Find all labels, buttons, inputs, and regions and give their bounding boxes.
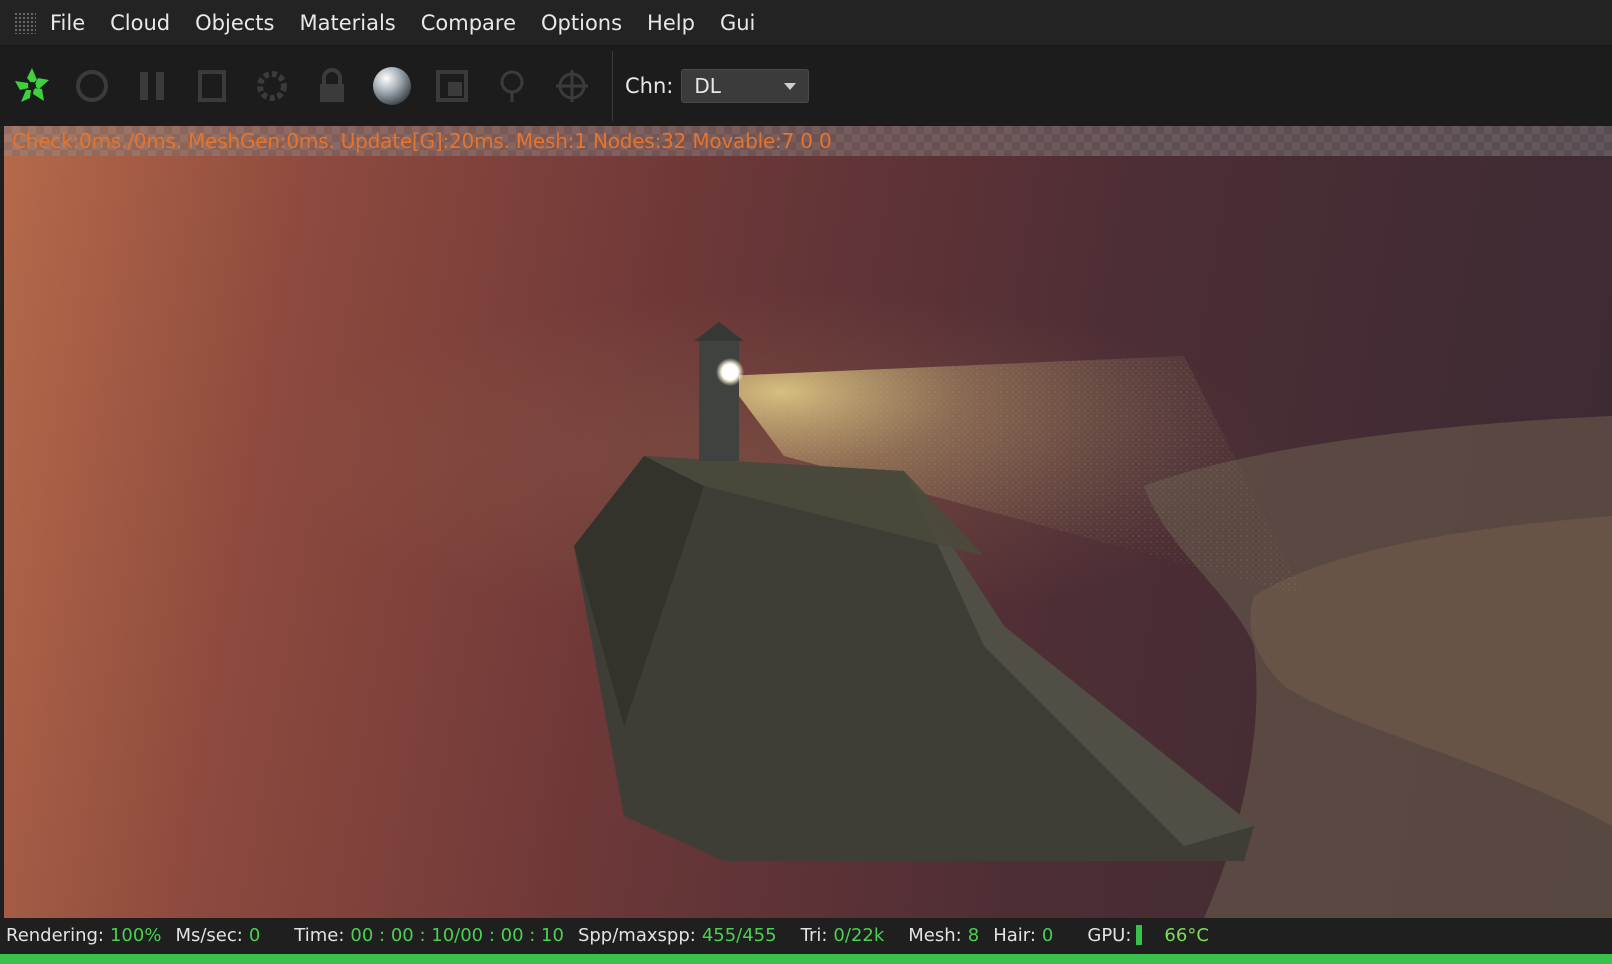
mesh-value: 8 — [967, 924, 980, 946]
pick-white-balance-icon[interactable] — [550, 64, 594, 108]
chevron-down-icon — [784, 83, 797, 90]
hair-label: Hair: — [993, 924, 1036, 946]
stop-icon[interactable] — [190, 64, 234, 108]
status-bar: Rendering: 100% Ms/sec: 0 Time: 00 : 00 … — [0, 918, 1612, 952]
material-ball-icon[interactable] — [370, 64, 414, 108]
channel-select[interactable]: DL — [681, 69, 810, 103]
tri-label: Tri: — [800, 924, 828, 946]
menu-options[interactable]: Options — [541, 11, 622, 35]
menu-objects[interactable]: Objects — [195, 11, 274, 35]
mssec-label: Ms/sec: — [175, 924, 243, 946]
toolbar: Chn: DL — [0, 46, 1612, 126]
tri-value: 0/22k — [833, 924, 885, 946]
pick-focus-icon[interactable] — [490, 64, 534, 108]
gpu-label: GPU: — [1087, 924, 1132, 946]
menu-grip-icon[interactable] — [14, 11, 36, 34]
render-viewport[interactable]: Check:0ms./0ms. MeshGen:0ms. Update[G]:2… — [4, 126, 1612, 918]
channel-label: Chn: — [625, 74, 674, 98]
render-image — [574, 322, 1612, 918]
hair-value: 0 — [1041, 924, 1054, 946]
region-render-icon[interactable] — [430, 64, 474, 108]
menu-help[interactable]: Help — [647, 11, 695, 35]
render-progress-fill — [0, 954, 1612, 964]
menu-bar: File Cloud Objects Materials Compare Opt… — [0, 0, 1612, 46]
time-label: Time: — [294, 924, 345, 946]
lock-icon[interactable] — [310, 64, 354, 108]
spp-value: 455/455 — [701, 924, 777, 946]
rendering-value: 100% — [109, 924, 162, 946]
menu-gui[interactable]: Gui — [720, 11, 755, 35]
menu-materials[interactable]: Materials — [299, 11, 395, 35]
octane-logo-icon[interactable] — [10, 64, 54, 108]
menu-file[interactable]: File — [50, 11, 85, 35]
mesh-label: Mesh: — [908, 924, 962, 946]
viewport-stats-text: Check:0ms./0ms. MeshGen:0ms. Update[G]:2… — [12, 129, 832, 153]
channel-value: DL — [694, 74, 721, 98]
settings-icon[interactable] — [250, 64, 294, 108]
render-progress-bar — [0, 954, 1612, 964]
mssec-value: 0 — [248, 924, 261, 946]
menu-cloud[interactable]: Cloud — [110, 11, 170, 35]
gpu-usage-bar — [1136, 925, 1143, 945]
restart-icon[interactable] — [70, 64, 114, 108]
gpu-temperature: 66°C — [1164, 924, 1209, 946]
menu-compare[interactable]: Compare — [421, 11, 516, 35]
spp-label: Spp/maxspp: — [577, 924, 696, 946]
rendering-label: Rendering: — [6, 924, 104, 946]
time-value: 00 : 00 : 10/00 : 00 : 10 — [350, 924, 564, 946]
toolbar-separator — [612, 51, 613, 121]
pause-icon[interactable] — [130, 64, 174, 108]
